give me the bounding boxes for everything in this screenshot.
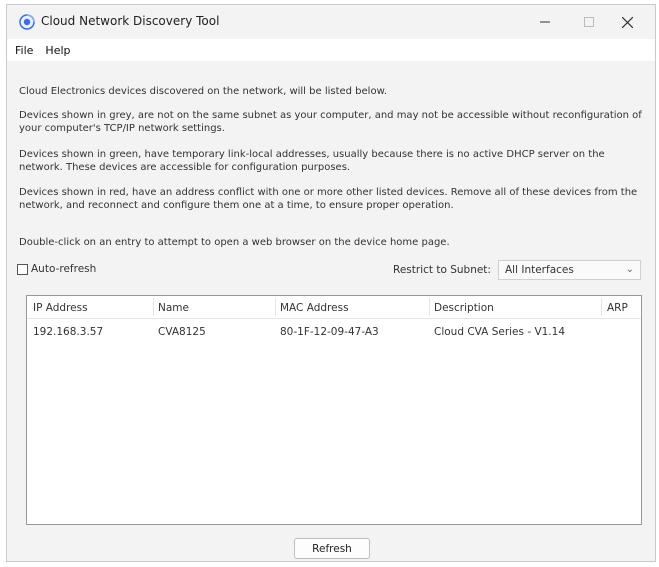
info-text-green: Devices shown in green, have temporary l… bbox=[19, 149, 605, 173]
column-header-description[interactable]: Description bbox=[434, 302, 494, 314]
info-text-red: Devices shown in red, have an address co… bbox=[19, 187, 638, 211]
cell-description: Cloud CVA Series - V1.14 bbox=[434, 326, 566, 338]
window-title: Cloud Network Discovery Tool bbox=[41, 14, 220, 28]
cell-mac-address: 80-1F-12-09-47-A3 bbox=[280, 326, 379, 338]
table-row[interactable]: 192.168.3.57 CVA8125 80-1F-12-09-47-A3 C… bbox=[27, 326, 641, 342]
column-divider[interactable] bbox=[601, 298, 602, 316]
list-header: IP Address Name MAC Address Description … bbox=[27, 296, 641, 319]
auto-refresh-label: Auto-refresh bbox=[31, 263, 97, 275]
title-bar[interactable]: Cloud Network Discovery Tool bbox=[7, 5, 655, 39]
column-header-name[interactable]: Name bbox=[158, 302, 189, 314]
minimize-button[interactable] bbox=[523, 5, 567, 39]
refresh-button[interactable]: Refresh bbox=[294, 538, 370, 559]
menu-help[interactable]: Help bbox=[39, 44, 76, 57]
maximize-icon bbox=[584, 17, 594, 27]
auto-refresh-control[interactable]: Auto-refresh bbox=[17, 263, 96, 275]
cell-ip-address: 192.168.3.57 bbox=[33, 326, 104, 338]
device-list[interactable]: IP Address Name MAC Address Description … bbox=[26, 295, 642, 525]
info-text-double-click: Double-click on an entry to attempt to o… bbox=[19, 237, 450, 248]
cloud-app-icon bbox=[19, 14, 35, 30]
column-divider[interactable] bbox=[275, 298, 276, 316]
subnet-dropdown[interactable]: All Interfaces ⌄ bbox=[498, 260, 641, 280]
chevron-down-icon: ⌄ bbox=[625, 264, 634, 275]
info-text-discovered: Cloud Electronics devices discovered on … bbox=[19, 86, 388, 97]
app-window: Cloud Network Discovery Tool File Help C… bbox=[6, 4, 656, 562]
subnet-selected-value: All Interfaces bbox=[505, 264, 574, 276]
subnet-label: Restrict to Subnet: bbox=[393, 264, 491, 276]
main-content: Cloud Electronics devices discovered on … bbox=[7, 61, 655, 561]
column-header-arp[interactable]: ARP bbox=[607, 302, 628, 314]
menu-bar: File Help bbox=[7, 39, 655, 61]
auto-refresh-checkbox[interactable] bbox=[17, 263, 28, 275]
info-text-grey: Devices shown in grey, are not on the sa… bbox=[19, 110, 642, 134]
cell-name: CVA8125 bbox=[158, 326, 206, 338]
menu-file[interactable]: File bbox=[7, 44, 39, 57]
column-divider[interactable] bbox=[429, 298, 430, 316]
minimize-icon bbox=[540, 21, 550, 23]
close-icon bbox=[621, 16, 633, 28]
column-header-ip[interactable]: IP Address bbox=[33, 302, 88, 314]
close-button[interactable] bbox=[605, 5, 649, 39]
column-divider[interactable] bbox=[153, 298, 154, 316]
column-header-mac[interactable]: MAC Address bbox=[280, 302, 349, 314]
